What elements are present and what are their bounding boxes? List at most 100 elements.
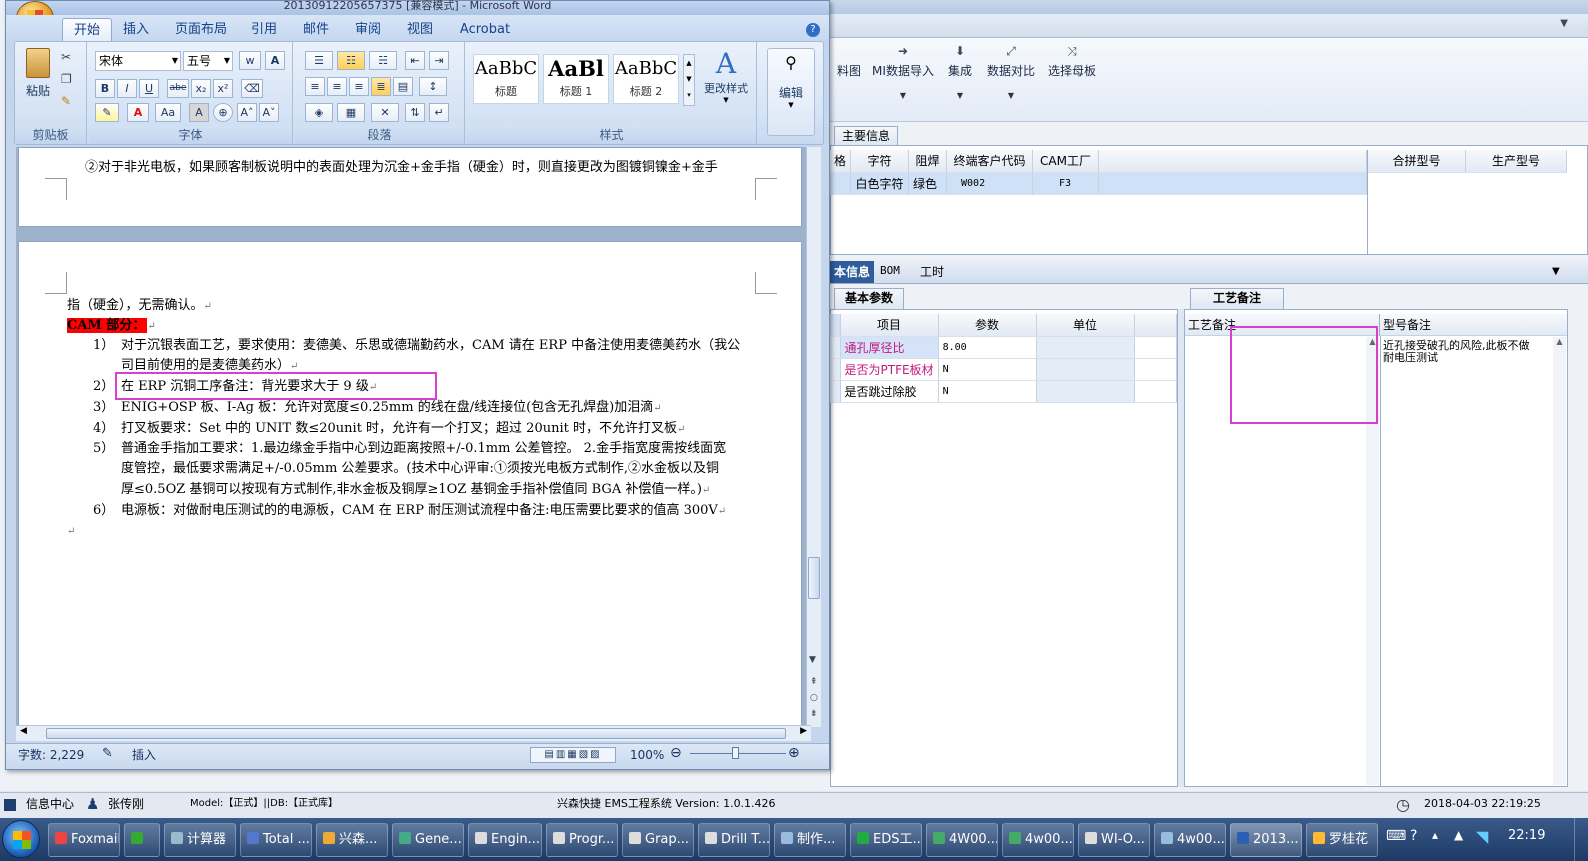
tab-page-layout[interactable]: 页面布局 xyxy=(166,18,236,41)
bullets-icon[interactable]: ☰ xyxy=(305,51,333,70)
underline-button[interactable]: U xyxy=(139,79,159,98)
multilevel-list-icon[interactable]: ☵ xyxy=(369,51,397,70)
menu-dropdown-icon[interactable]: ▼ xyxy=(1560,18,1568,29)
taskbar-item-word[interactable]: 2013... xyxy=(1230,823,1302,857)
tab-basic-params[interactable]: 基本参数 xyxy=(834,288,904,310)
font-name-select[interactable]: 宋体 ▼ xyxy=(95,51,181,71)
tab-view[interactable]: 视图 xyxy=(398,18,442,41)
scrollbar[interactable]: ▲ xyxy=(1553,337,1566,785)
tab-bom[interactable]: BOM xyxy=(880,264,900,277)
taskbar-item-wi-o[interactable]: WI-O... xyxy=(1078,823,1150,857)
scroll-right-icon[interactable]: ▶ xyxy=(800,726,807,736)
align-left-icon[interactable]: ≡ xyxy=(305,77,325,96)
taskbar-item-progr[interactable]: Progr... xyxy=(546,823,618,857)
tray-expand-icon[interactable]: ▴ xyxy=(1432,828,1438,842)
styles-scroll[interactable]: ▲ ▼ ▾ xyxy=(683,54,695,106)
paste-button[interactable]: 粘贴 xyxy=(21,48,55,102)
taskbar-item-calculator[interactable]: 计算器 xyxy=(164,823,236,857)
table-row[interactable]: 是否跳过除胶 N xyxy=(830,380,1178,403)
grow-font-button[interactable]: A˄ xyxy=(237,103,257,122)
borders-icon[interactable]: ▦ xyxy=(337,103,365,122)
strikethrough-button[interactable]: abe xyxy=(167,79,189,98)
column-header[interactable]: 格 xyxy=(830,150,852,173)
subscript-button[interactable]: x₂ xyxy=(191,79,211,98)
scroll-down-icon[interactable]: ▼ xyxy=(809,655,816,665)
column-header[interactable]: 阻焊 xyxy=(908,150,948,173)
column-header[interactable]: 参数 xyxy=(938,314,1037,337)
chevron-down-icon[interactable]: ▼ xyxy=(1552,266,1560,277)
show-marks-icon[interactable]: ↵ xyxy=(429,103,449,122)
scroll-left-icon[interactable]: ◀ xyxy=(20,726,27,736)
tab-process-notes[interactable]: 工艺备注 xyxy=(1190,288,1284,310)
prev-page-icon[interactable]: ⇞ xyxy=(810,677,818,687)
change-case-button[interactable]: Aa xyxy=(155,103,181,122)
browse-object-icon[interactable]: ○ xyxy=(810,693,818,703)
document-page-1[interactable]: ②对于非光电板，如果顾客制板说明中的表面处理为沉金+金手指（硬金）时，则直接更改… xyxy=(18,147,802,227)
line-spacing-icon[interactable]: ↕ xyxy=(419,77,447,96)
style-title[interactable]: AaBbC 标题 xyxy=(473,54,539,104)
taskbar-item-eds[interactable]: EDS工... xyxy=(850,823,922,857)
keyboard-icon[interactable]: ⌨ xyxy=(1386,828,1406,844)
copy-icon[interactable]: ❐ xyxy=(61,72,72,86)
toolbar-button-select-mother[interactable]: ⤨ 选择母板 xyxy=(1044,44,1100,104)
chevron-down-icon[interactable]: ▼ xyxy=(940,91,980,100)
zoom-slider-thumb[interactable] xyxy=(732,747,739,759)
column-header[interactable]: 单位 xyxy=(1036,314,1135,337)
toolbar-button-compare[interactable]: ⤢ 数据对比 ▼ xyxy=(983,44,1039,104)
info-center-link[interactable]: 信息中心 xyxy=(26,793,74,815)
param-value[interactable]: N xyxy=(938,380,1037,403)
edit-button[interactable]: ⚲ 编辑 ▼ xyxy=(767,48,815,136)
help-icon[interactable]: ? xyxy=(806,23,820,37)
style-heading-1[interactable]: AaBl 标题 1 xyxy=(543,54,609,104)
change-styles-button[interactable]: A 更改样式 ▼ xyxy=(699,48,753,105)
taskbar-item-4w00-c[interactable]: 4w00... xyxy=(1154,823,1226,857)
chevron-down-icon[interactable]: ▼ xyxy=(983,91,1039,100)
horizontal-scrollbar[interactable]: ◀ ▶ xyxy=(16,725,811,741)
insert-mode[interactable]: 插入 xyxy=(132,746,156,764)
taskbar-item-4w00-b[interactable]: 4w00... xyxy=(1002,823,1074,857)
chevron-down-icon[interactable]: ▼ xyxy=(870,91,936,100)
clear-format-button[interactable]: ⌫ xyxy=(241,79,263,98)
taskbar-item-foxmail[interactable]: Foxmail xyxy=(48,823,120,857)
sort-icon[interactable]: ⇅ xyxy=(405,103,425,122)
highlight-icon[interactable]: ✎ xyxy=(95,103,119,122)
zoom-level[interactable]: 100% xyxy=(630,746,664,764)
taskbar-item-xingsen[interactable]: 兴森... xyxy=(316,823,388,857)
scroll-thumb[interactable] xyxy=(808,557,820,599)
tab-mailings[interactable]: 邮件 xyxy=(294,18,338,41)
tab-basic-info[interactable]: 本信息 xyxy=(830,261,874,283)
taskbar-item-grap[interactable]: Grap... xyxy=(622,823,694,857)
shading-icon[interactable]: ◈ xyxy=(305,103,333,122)
column-header[interactable]: 项目 xyxy=(840,314,939,337)
taskbar-clock[interactable]: 22:19 xyxy=(1508,828,1545,843)
cut-icon[interactable]: ✂ xyxy=(61,50,71,64)
char-shading-button[interactable]: A xyxy=(189,103,209,122)
view-buttons[interactable]: ▤▥▦▧▨ xyxy=(530,747,616,763)
start-button[interactable] xyxy=(2,820,40,858)
model-note-text[interactable]: 近孔接受破孔的风险,此板不做 耐电压测试 xyxy=(1383,340,1553,364)
next-page-icon[interactable]: ⇟ xyxy=(810,709,818,719)
taskbar-item-total[interactable]: Total ... xyxy=(240,823,312,857)
network-icon[interactable]: ◥ xyxy=(1476,827,1488,846)
column-header[interactable]: CAM工厂 xyxy=(1032,150,1100,173)
decrease-indent-icon[interactable]: ⇤ xyxy=(405,51,425,70)
asian-layout-icon[interactable]: ✕ xyxy=(371,103,399,122)
scroll-thumb[interactable] xyxy=(46,728,786,739)
tab-work-hours[interactable]: 工时 xyxy=(920,263,944,280)
justify-icon[interactable]: ≣ xyxy=(371,77,391,96)
column-header[interactable]: 生产型号 xyxy=(1465,150,1567,173)
taskbar-item-app[interactable] xyxy=(124,823,160,857)
vertical-scrollbar[interactable]: ▼ ⇞ ○ ⇟ xyxy=(806,147,821,727)
word-count[interactable]: 字数: 2,229 xyxy=(18,746,84,764)
table-row[interactable]: 通孔厚径比 8.00 xyxy=(830,336,1178,359)
table-row[interactable]: 是否为PTFE板材 N xyxy=(830,358,1178,381)
tab-main-info[interactable]: 主要信息 xyxy=(834,126,898,146)
taskbar-item-chat[interactable]: 罗桂花 xyxy=(1306,823,1378,857)
param-value[interactable]: 8.00 xyxy=(938,336,1037,359)
align-right-icon[interactable]: ≡ xyxy=(349,77,369,96)
proofing-icon[interactable]: ✎ xyxy=(102,745,113,763)
toolbar-button-integrate[interactable]: ⬇ 集成 ▼ xyxy=(940,44,980,104)
shrink-font-button[interactable]: A˅ xyxy=(259,103,279,122)
align-center-icon[interactable]: ≡ xyxy=(327,77,347,96)
tab-references[interactable]: 引用 xyxy=(242,18,286,41)
